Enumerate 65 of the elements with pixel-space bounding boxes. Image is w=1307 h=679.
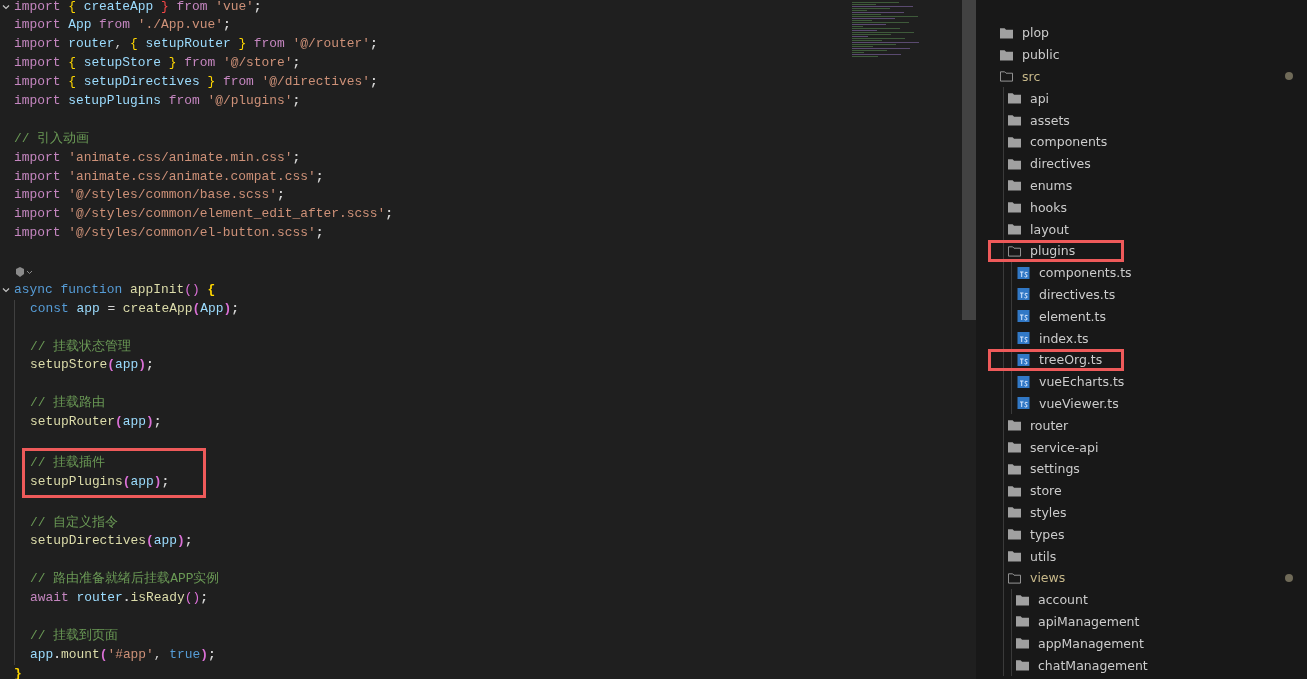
typescript-file-icon [1017, 397, 1030, 410]
tree-item[interactable]: vueViewer.ts [1039, 395, 1119, 411]
typescript-file-icon [1017, 266, 1030, 279]
tree-item[interactable]: apiManagement [1038, 613, 1140, 629]
code-line: await router.isReady(); [30, 590, 208, 606]
tree-item[interactable]: appManagement [1038, 635, 1144, 651]
code-line: const app = createApp(App); [30, 300, 239, 316]
typescript-file-icon [1017, 288, 1030, 301]
tree-item[interactable]: plugins [1030, 243, 1076, 259]
code-line: app.mount('#app', true); [30, 646, 216, 662]
code-line: import { createApp } from 'vue'; [14, 0, 262, 14]
code-line: import '@/styles/common/el-button.scss'; [14, 225, 324, 241]
tree-item[interactable]: layout [1030, 221, 1069, 237]
tree-item[interactable]: components.ts [1039, 265, 1132, 281]
code-line: // 路由准备就绪后挂载APP实例 [30, 571, 220, 587]
code-line: import 'animate.css/animate.compat.css'; [14, 168, 324, 184]
tree-item[interactable]: index.ts [1039, 330, 1089, 346]
code-line: setupStore(app); [30, 357, 154, 373]
code-line: // 挂载状态管理 [30, 338, 132, 354]
tree-item[interactable]: account [1038, 592, 1088, 608]
tree-item[interactable]: store [1030, 483, 1062, 499]
tree-item[interactable]: service-api [1030, 439, 1099, 455]
tree-item[interactable]: src [1022, 69, 1041, 84]
code-line: import setupPlugins from '@/plugins'; [14, 92, 301, 108]
tree-item[interactable]: enums [1030, 177, 1073, 193]
code-line: } [14, 665, 22, 679]
tree-item[interactable]: chatManagement [1038, 657, 1148, 673]
code-line: // 引入动画 [14, 130, 90, 146]
tree-item[interactable]: public [1022, 47, 1060, 63]
tree-item[interactable]: api [1030, 90, 1050, 106]
code-line: // 挂载到页面 [30, 627, 119, 643]
typescript-file-icon [1017, 353, 1030, 366]
tree-item[interactable]: views [1030, 570, 1066, 586]
code-line: async function appInit() { [14, 281, 216, 297]
code-line: import 'animate.css/animate.min.css'; [14, 149, 301, 165]
tree-item[interactable]: hooks [1030, 199, 1067, 215]
typescript-file-icon [1017, 310, 1030, 323]
code-line: // 挂载插件 [30, 454, 106, 470]
code-line: import '@/styles/common/element_edit_after.scss'; [14, 206, 394, 222]
code-line: import App from './App.vue'; [14, 17, 231, 33]
tree-item[interactable]: plop [1022, 25, 1049, 41]
scrollbar[interactable] [962, 0, 976, 320]
code-line: import '@/styles/common/base.scss'; [14, 187, 285, 203]
tree-item[interactable]: styles [1030, 504, 1067, 520]
tree-item[interactable]: utils [1030, 548, 1057, 564]
tree-item[interactable]: assets [1030, 112, 1070, 128]
code-line: setupPlugins(app); [30, 473, 170, 489]
tree-item[interactable]: element.ts [1039, 308, 1106, 324]
code-line: setupRouter(app); [30, 414, 162, 430]
tree-item[interactable]: treeOrg.ts [1039, 352, 1103, 368]
code-line: // 挂载路由 [30, 395, 106, 411]
typescript-file-icon [1017, 375, 1030, 388]
code-line: import { setupDirectives } from '@/directives'; [14, 74, 378, 90]
typescript-file-icon [1017, 332, 1030, 345]
tree-item[interactable]: router [1030, 417, 1069, 433]
tree-item[interactable]: vueEcharts.ts [1039, 374, 1125, 390]
code-line: import { setupStore } from '@/store'; [14, 55, 301, 71]
tree-item[interactable]: types [1030, 526, 1065, 542]
tree-item[interactable]: directives [1030, 156, 1091, 172]
tree-item[interactable]: settings [1030, 461, 1080, 477]
tree-item[interactable]: directives.ts [1039, 286, 1116, 302]
code-line: import router, { setupRouter } from '@/router'; [14, 36, 378, 52]
code-line: setupDirectives(app); [30, 533, 193, 549]
code-line: // 自定义指令 [30, 514, 119, 530]
tree-item[interactable]: components [1030, 134, 1108, 150]
